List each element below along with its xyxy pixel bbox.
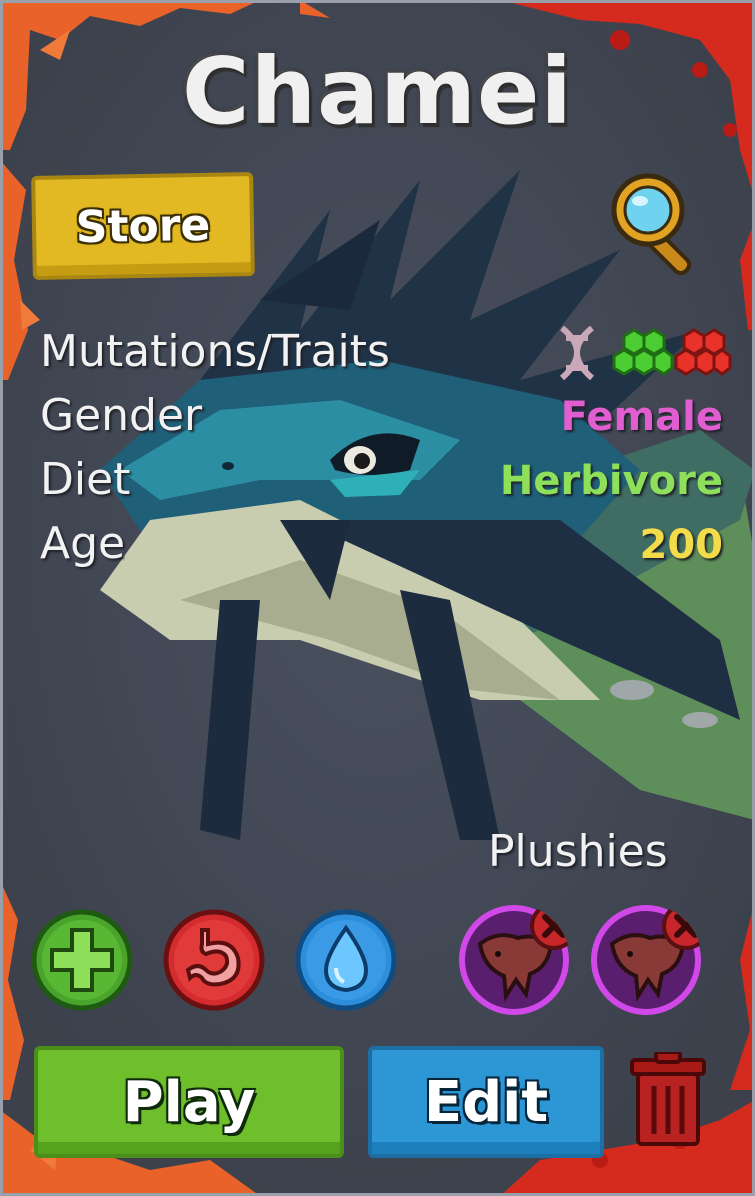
creature-card: Chamei Store Mutations/Traits Gender Fem…	[0, 0, 755, 1196]
red-hex-cluster-icon	[674, 328, 732, 376]
health-button[interactable]	[30, 908, 134, 1012]
hunger-button[interactable]	[162, 908, 266, 1012]
plushies-label: Plushies	[488, 826, 668, 877]
dna-icon	[559, 325, 595, 381]
plush-slot-1[interactable]	[458, 904, 570, 1016]
trash-icon[interactable]	[626, 1052, 710, 1148]
play-button-label: Play	[122, 1069, 256, 1135]
trait-icons[interactable]	[552, 322, 732, 384]
magnifier-icon[interactable]	[602, 168, 720, 276]
diet-value: Herbivore	[499, 458, 723, 504]
edit-button[interactable]: Edit	[368, 1046, 604, 1158]
play-button[interactable]: Play	[34, 1046, 344, 1158]
thirst-button[interactable]	[294, 908, 398, 1012]
mutations-label: Mutations/Traits	[40, 326, 390, 377]
green-hex-cluster-icon	[612, 328, 674, 376]
creature-name: Chamei	[182, 38, 573, 145]
gender-label: Gender	[40, 390, 203, 441]
store-button-label: Store	[75, 199, 211, 253]
edit-button-label: Edit	[423, 1069, 549, 1135]
store-button[interactable]: Store	[31, 172, 255, 280]
age-value: 200	[639, 522, 724, 568]
age-label: Age	[40, 518, 126, 569]
gender-value: Female	[560, 394, 723, 440]
diet-label: Diet	[40, 454, 131, 505]
plush-slot-2[interactable]	[590, 904, 702, 1016]
